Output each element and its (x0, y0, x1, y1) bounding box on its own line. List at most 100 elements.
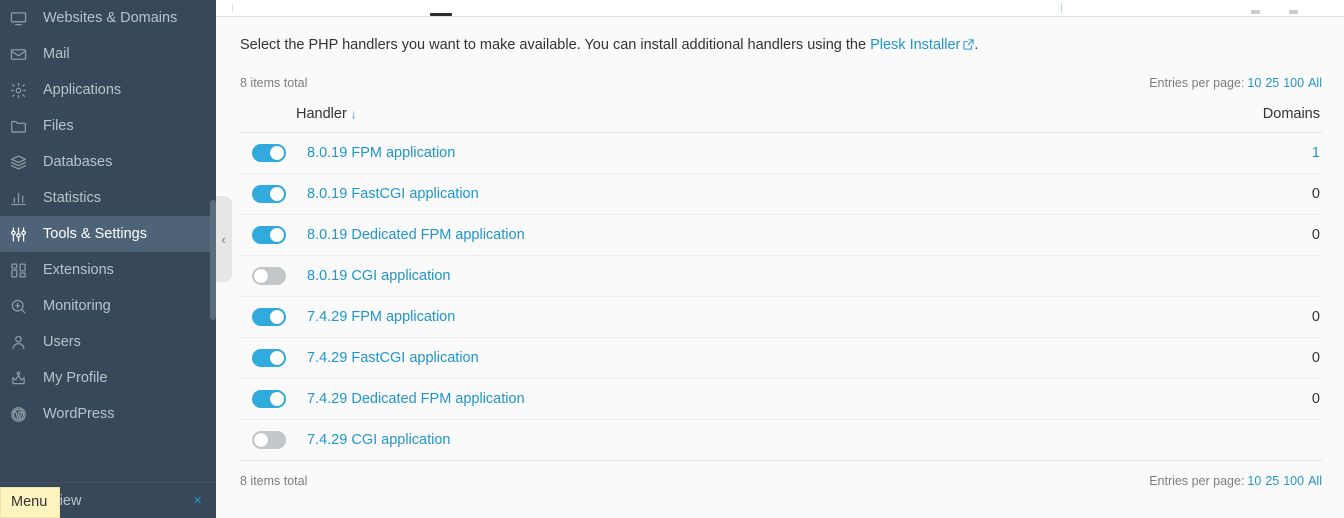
entries-per-page-label-bottom: Entries per page: (1149, 473, 1245, 488)
external-link-icon (963, 37, 974, 57)
handler-toggle-switch[interactable] (252, 389, 286, 408)
handler-name-link[interactable]: 8.0.19 Dedicated FPM application (307, 227, 525, 243)
plesk-php-handlers-page: Websites & Domains Mail Applications Files D… (0, 0, 1344, 518)
php-handlers-table: Handler ↓ Domains 8.0.19 FPM application 1… (240, 97, 1322, 461)
entries-per-page-label-top: Entries per page: (1149, 75, 1245, 90)
sidebar-item-label: Tools & Settings (43, 226, 147, 242)
toggle-knob (270, 227, 284, 242)
content-area: Select the PHP handlers you want to make… (216, 17, 1344, 488)
handler-cell: 8.0.19 CGI application (240, 255, 1136, 297)
database-stack-icon (10, 152, 36, 172)
domains-cell (1135, 419, 1322, 461)
handler-name-link[interactable]: 8.0.19 FastCGI application (307, 186, 479, 202)
sidebar-item-label: Monitoring (43, 298, 111, 314)
cutoff-top-bar (216, 0, 1344, 17)
items-total-bottom: 8 items total (240, 473, 308, 488)
close-icon[interactable]: × (189, 491, 206, 510)
handler-name-link[interactable]: 8.0.19 CGI application (307, 268, 450, 284)
entries-per-page-all-bottom[interactable]: All (1308, 474, 1322, 488)
entries-per-page-10-top[interactable]: 10 (1247, 76, 1261, 90)
sidebar-item-wordpress[interactable]: WordPress (0, 396, 216, 432)
sidebar-item-users[interactable]: Users (0, 324, 216, 360)
column-header-handler-label: Handler (296, 105, 347, 122)
toggle-knob (270, 145, 284, 160)
handler-cell-content: 7.4.29 CGI application (240, 430, 1136, 449)
sidebar-item-label: Files (43, 118, 74, 134)
entries-per-page-100-bottom[interactable]: 100 (1283, 474, 1304, 488)
sidebar-item-statistics[interactable]: Statistics (0, 180, 216, 216)
cutoff-left-tick (232, 4, 233, 12)
entries-per-page-25-bottom[interactable]: 25 (1265, 474, 1279, 488)
entries-per-page-25-top[interactable]: 25 (1265, 76, 1279, 90)
person-icon (10, 332, 36, 352)
sidebar-item-mail[interactable]: Mail (0, 36, 216, 72)
handler-toggle-switch[interactable] (252, 143, 286, 162)
handler-name-link[interactable]: 7.4.29 FastCGI application (307, 350, 479, 366)
column-header-handler[interactable]: Handler ↓ (240, 97, 1136, 133)
bar-chart-icon (10, 188, 36, 208)
domains-count-value: 0 (1311, 185, 1320, 202)
sidebar-item-files[interactable]: Files (0, 108, 216, 144)
handler-name-link[interactable]: 7.4.29 FPM application (307, 309, 455, 325)
domains-cell (1135, 255, 1322, 297)
domains-count-link[interactable]: 1 (1312, 145, 1320, 161)
main-content: Select the PHP handlers you want to make… (216, 0, 1344, 518)
handler-cell-content: 7.4.29 Dedicated FPM application (240, 389, 1136, 408)
description-text-before: Select the PHP handlers you want to make… (240, 37, 871, 53)
handler-toggle-switch[interactable] (252, 348, 286, 367)
magnifier-icon (10, 296, 36, 316)
handler-toggle-switch[interactable] (252, 307, 286, 326)
handler-cell-content: 8.0.19 Dedicated FPM application (240, 225, 1136, 244)
sort-descending-icon[interactable]: ↓ (351, 107, 357, 121)
handler-toggle-switch[interactable] (252, 266, 286, 285)
domains-cell: 1 (1135, 132, 1322, 174)
entries-per-page-bottom: Entries per page: 10 25 100 All (1149, 474, 1322, 488)
sidebar-item-monitoring[interactable]: Monitoring (0, 288, 216, 324)
entries-per-page-10-bottom[interactable]: 10 (1247, 474, 1261, 488)
sidebar-item-label: Databases (43, 154, 113, 170)
sidebar-item-databases[interactable]: Databases (0, 144, 216, 180)
sidebar-item-applications[interactable]: Applications (0, 72, 216, 108)
sidebar-item-label: WordPress (43, 406, 115, 422)
sidebar-collapse-button[interactable]: ‹ (216, 196, 232, 282)
sidebar-item-label: My Profile (43, 370, 108, 386)
sidebar: Websites & Domains Mail Applications Files D… (0, 0, 216, 518)
handler-toggle-switch[interactable] (252, 225, 286, 244)
entries-per-page-100-top[interactable]: 100 (1283, 76, 1304, 90)
sidebar-item-label: Statistics (43, 190, 102, 206)
table-row: 7.4.29 CGI application (240, 419, 1322, 461)
domains-count-value: 0 (1311, 349, 1320, 366)
toggle-knob (270, 186, 284, 201)
table-toolbar-top: 8 items total Entries per page: 10 25 100 Al… (240, 76, 1322, 90)
envelope-icon (10, 44, 36, 64)
sidebar-item-label: Applications (43, 82, 122, 98)
items-total-top: 8 items total (240, 75, 308, 90)
handler-cell: 7.4.29 FastCGI application (240, 337, 1136, 379)
sliders-icon (10, 224, 36, 244)
table-header-row: Handler ↓ Domains (240, 97, 1322, 133)
table-row: 8.0.19 CGI application (240, 255, 1322, 297)
sidebar-item-tools-settings[interactable]: Tools & Settings (0, 216, 216, 252)
blocks-icon (10, 260, 36, 280)
plesk-installer-link[interactable]: Plesk Installer (870, 37, 960, 53)
handler-cell-content: 7.4.29 FastCGI application (240, 348, 1136, 367)
sidebar-item-my-profile[interactable]: My Profile (0, 360, 216, 396)
toggle-knob (270, 350, 284, 365)
handler-name-link[interactable]: 7.4.29 Dedicated FPM application (307, 391, 525, 407)
sidebar-item-extensions[interactable]: Extensions (0, 252, 216, 288)
column-header-domains[interactable]: Domains (1135, 97, 1322, 133)
handler-name-link[interactable]: 7.4.29 CGI application (307, 432, 450, 448)
entries-per-page-all-top[interactable]: All (1308, 76, 1322, 90)
handler-name-link[interactable]: 8.0.19 FPM application (307, 145, 455, 161)
handler-toggle-switch[interactable] (252, 184, 286, 203)
monitor-icon (10, 8, 36, 28)
domains-count-value: 0 (1311, 308, 1320, 325)
table-row: 7.4.29 FPM application 0 (240, 296, 1322, 338)
crown-icon (10, 368, 36, 388)
sidebar-item-label: Websites & Domains (43, 10, 178, 26)
handler-cell-content: 8.0.19 FPM application (240, 143, 1136, 162)
handler-toggle-switch[interactable] (252, 430, 286, 449)
sidebar-item-websites-domains[interactable]: Websites & Domains (0, 0, 216, 36)
sidebar-item-label: Users (43, 334, 81, 350)
gear-icon (10, 80, 36, 100)
